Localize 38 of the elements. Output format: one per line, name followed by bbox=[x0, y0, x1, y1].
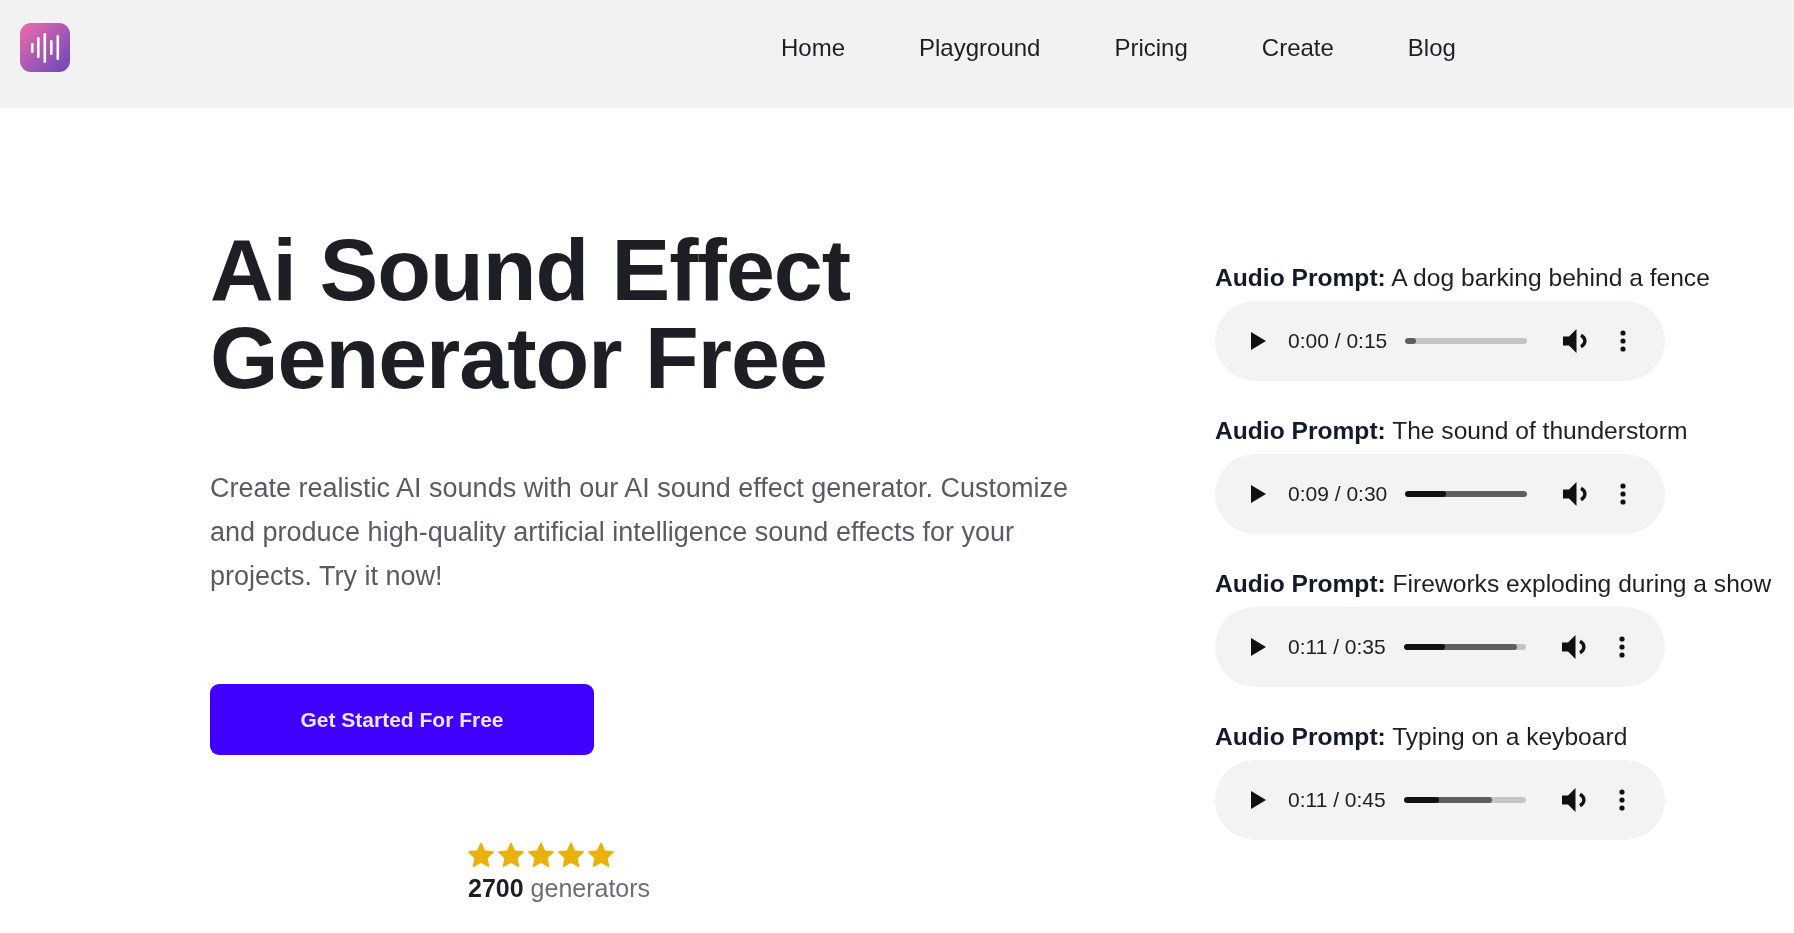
volume-icon bbox=[1561, 635, 1586, 659]
get-started-button[interactable]: Get Started For Free bbox=[210, 684, 594, 755]
progress-track[interactable] bbox=[1405, 491, 1528, 497]
hero-heading: Ai Sound Effect Generator Free bbox=[210, 226, 852, 402]
audio-prompt-text: Audio Prompt: Typing on a keyboard bbox=[1215, 722, 1628, 752]
logo-icon[interactable] bbox=[20, 23, 70, 72]
time-display: 0:09 / 0:30 bbox=[1288, 482, 1388, 506]
star-icon bbox=[558, 842, 584, 868]
progress-track[interactable] bbox=[1403, 797, 1526, 803]
star-icon bbox=[588, 842, 614, 868]
progress-track[interactable] bbox=[1405, 338, 1528, 344]
rating-count: 2700 generators bbox=[468, 873, 651, 903]
time-display: 0:00 / 0:15 bbox=[1288, 329, 1388, 353]
star-icon bbox=[468, 842, 494, 868]
audio-prompt-text: Audio Prompt: Fireworks exploding during a show bbox=[1215, 569, 1772, 599]
play-icon bbox=[1250, 332, 1266, 350]
nav-link[interactable]: Create bbox=[1261, 32, 1334, 63]
more-icon bbox=[1618, 636, 1625, 658]
more-icon bbox=[1618, 789, 1625, 811]
volume-icon bbox=[1561, 788, 1586, 812]
nav-link[interactable]: Playground bbox=[919, 32, 1041, 63]
star-icon bbox=[498, 842, 524, 868]
nav-link[interactable]: Blog bbox=[1407, 32, 1456, 63]
time-display: 0:11 / 0:45 bbox=[1288, 788, 1386, 812]
more-icon bbox=[1620, 483, 1627, 505]
play-icon bbox=[1250, 485, 1266, 503]
volume-icon bbox=[1563, 482, 1588, 506]
more-icon bbox=[1620, 330, 1627, 352]
star-icon bbox=[528, 842, 554, 868]
play-icon bbox=[1250, 791, 1266, 809]
play-icon bbox=[1250, 638, 1266, 656]
nav-link[interactable]: Home bbox=[781, 32, 846, 63]
time-display: 0:11 / 0:35 bbox=[1288, 635, 1386, 659]
volume-icon bbox=[1563, 329, 1588, 353]
audio-prompt-text: Audio Prompt: A dog barking behind a fence bbox=[1215, 263, 1710, 293]
audio-prompt-text: Audio Prompt: The sound of thunderstorm bbox=[1215, 416, 1688, 446]
hero-description: Create realistic AI sounds with our AI sound effect generator. Customize and produce high-quality artificial intelligence sound effects for your projects. Try it now! bbox=[210, 472, 1069, 593]
nav-link[interactable]: Pricing bbox=[1114, 32, 1188, 63]
